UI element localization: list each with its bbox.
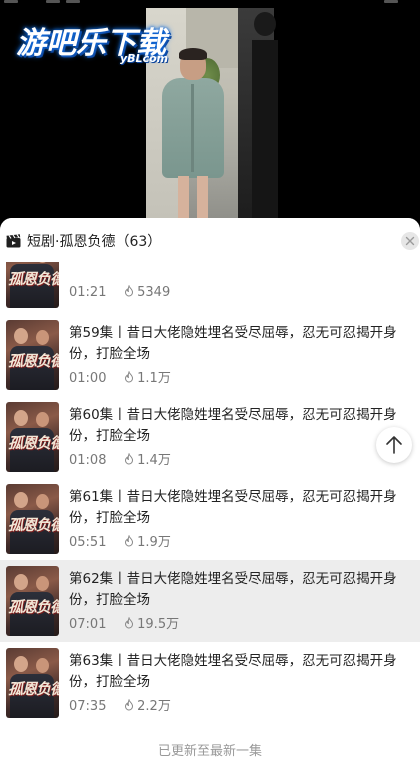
status-bar bbox=[0, 0, 420, 8]
fire-icon bbox=[125, 371, 134, 383]
episode-title: 第59集丨昔日大佬隐姓埋名受尽屈辱，忍无可忍揭开身份，打脸全场 bbox=[69, 325, 397, 362]
sheet-title: 短剧·孤恩负德（63） bbox=[27, 234, 162, 250]
episode-title: 第63集丨昔日大佬隐姓埋名受尽屈辱，忍无可忍揭开身份，打脸全场 bbox=[69, 653, 397, 690]
thumbnail-label: 孤恩负德 bbox=[8, 680, 59, 698]
episode-meta: 07:01 19.5万 bbox=[69, 613, 179, 632]
second-actor-figure bbox=[252, 10, 278, 220]
episode-duration: 07:35 bbox=[69, 699, 107, 714]
episode-item[interactable]: 孤恩负德 第59集丨昔日大佬隐姓埋名受尽屈辱，忍无可忍揭开身份，打脸全场 01:… bbox=[0, 314, 420, 396]
fire-icon bbox=[125, 453, 134, 465]
episode-item[interactable]: 孤恩负德 第60集丨昔日大佬隐姓埋名受尽屈辱，忍无可忍揭开身份，打脸全场 01:… bbox=[0, 396, 420, 478]
episode-title: 第62集丨昔日大佬隐姓埋名受尽屈辱，忍无可忍揭开身份，打脸全场 bbox=[69, 571, 397, 608]
episode-duration: 07:01 bbox=[69, 617, 107, 632]
episode-views: 1.4万 bbox=[137, 453, 171, 468]
episode-duration: 05:51 bbox=[69, 535, 107, 550]
episode-meta: 01:21 5349 bbox=[69, 285, 170, 300]
clapperboard-icon bbox=[6, 233, 21, 248]
fire-icon bbox=[125, 285, 134, 297]
episode-views: 1.1万 bbox=[137, 371, 171, 386]
episode-duration: 01:08 bbox=[69, 453, 107, 468]
episode-thumbnail: 孤恩负德 bbox=[6, 402, 59, 472]
episode-sheet: 短剧·孤恩负德（63） 孤恩负德 份，打脸全场 01:21 5349 孤恩负德 bbox=[0, 218, 420, 761]
fire-icon bbox=[125, 617, 134, 629]
episode-meta: 01:08 1.4万 bbox=[69, 449, 171, 468]
episode-meta: 05:51 1.9万 bbox=[69, 531, 171, 550]
fire-icon bbox=[125, 699, 134, 711]
arrow-up-icon bbox=[386, 436, 402, 454]
video-player[interactable]: 游吧乐下载 yBLcom bbox=[0, 0, 420, 228]
list-footer: 已更新至最新一集 bbox=[157, 744, 262, 759]
watermark-logo: 游吧乐下载 yBLcom bbox=[16, 18, 192, 66]
thumbnail-label: 孤恩负德 bbox=[8, 598, 59, 616]
close-button[interactable] bbox=[401, 232, 419, 250]
episode-views: 5349 bbox=[137, 285, 171, 300]
episode-views: 1.9万 bbox=[137, 535, 171, 550]
episode-thumbnail: 孤恩负德 bbox=[6, 262, 59, 308]
episode-item[interactable]: 孤恩负德 份，打脸全场 01:21 5349 bbox=[0, 262, 420, 314]
thumbnail-label: 孤恩负德 bbox=[8, 434, 59, 452]
episode-thumbnail: 孤恩负德 bbox=[6, 484, 59, 554]
episode-thumbnail: 孤恩负德 bbox=[6, 320, 59, 390]
episode-item[interactable]: 孤恩负德 第62集丨昔日大佬隐姓埋名受尽屈辱，忍无可忍揭开身份，打脸全场 07:… bbox=[0, 560, 420, 642]
actor-figure bbox=[156, 48, 228, 220]
episode-thumbnail: 孤恩负德 bbox=[6, 566, 59, 636]
episode-views: 2.2万 bbox=[137, 699, 171, 714]
episode-item[interactable]: 孤恩负德 第63集丨昔日大佬隐姓埋名受尽屈辱，忍无可忍揭开身份，打脸全场 07:… bbox=[0, 642, 420, 724]
scroll-to-top-button[interactable] bbox=[376, 427, 412, 463]
episode-duration: 01:00 bbox=[69, 371, 107, 386]
fire-icon bbox=[125, 535, 134, 547]
episode-duration: 01:21 bbox=[69, 285, 107, 300]
thumbnail-label: 孤恩负德 bbox=[8, 270, 59, 288]
episode-meta: 01:00 1.1万 bbox=[69, 367, 171, 386]
episode-title: 第60集丨昔日大佬隐姓埋名受尽屈辱，忍无可忍揭开身份，打脸全场 bbox=[69, 407, 397, 444]
episode-meta: 07:35 2.2万 bbox=[69, 695, 171, 714]
episode-views: 19.5万 bbox=[137, 617, 180, 632]
sheet-header: 短剧·孤恩负德（63） bbox=[0, 218, 420, 262]
thumbnail-label: 孤恩负德 bbox=[8, 352, 59, 370]
thumbnail-label: 孤恩负德 bbox=[8, 516, 59, 534]
watermark-subtitle: yBLcom bbox=[120, 52, 169, 65]
episode-list[interactable]: 孤恩负德 份，打脸全场 01:21 5349 孤恩负德 第59集丨昔日大佬隐姓埋… bbox=[0, 262, 420, 740]
episode-title: 第61集丨昔日大佬隐姓埋名受尽屈辱，忍无可忍揭开身份，打脸全场 bbox=[69, 489, 397, 526]
close-icon bbox=[405, 236, 415, 246]
episode-item[interactable]: 孤恩负德 第61集丨昔日大佬隐姓埋名受尽屈辱，忍无可忍揭开身份，打脸全场 05:… bbox=[0, 478, 420, 560]
episode-thumbnail: 孤恩负德 bbox=[6, 648, 59, 718]
